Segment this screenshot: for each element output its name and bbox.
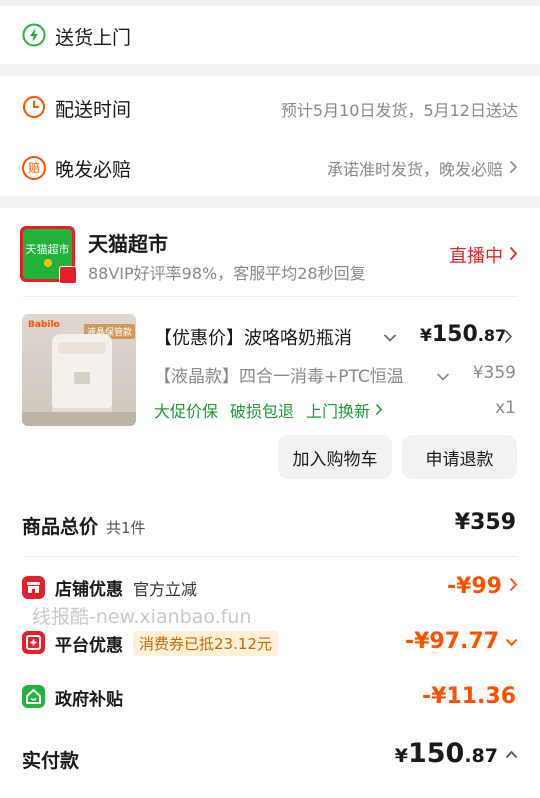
product-image[interactable]: Babilo 液晶保管款 — [22, 314, 136, 426]
divider — [22, 556, 518, 557]
gov-subsidy-label: 政府补贴 — [55, 690, 123, 710]
chevron-down-icon — [505, 632, 518, 651]
shop-badge-icon — [59, 266, 77, 284]
total-label-group: 商品总价 共1件 — [22, 512, 146, 539]
gov-subsidy-icon — [22, 685, 45, 708]
chevron-right-icon — [509, 246, 518, 265]
refund-button[interactable]: 申请退款 — [402, 435, 517, 479]
service-tags[interactable]: 大促价保 破损包退 上门换新 — [154, 398, 383, 422]
paid-value: ¥150.87 — [395, 738, 498, 769]
store-discount-detail: 官方立减 — [133, 580, 198, 599]
gov-subsidy-value: -¥11.36 — [421, 684, 516, 709]
product-variant[interactable]: 【液晶款】四合一消毒+PTC恒温 — [154, 362, 422, 387]
paid-link[interactable]: ¥150.87 — [395, 738, 518, 769]
chevron-right-icon — [509, 159, 518, 178]
add-to-cart-button[interactable]: 加入购物车 — [278, 435, 392, 479]
store-discount-value: -¥99 — [446, 574, 502, 599]
quantity: x1 — [495, 398, 516, 418]
shop-subtitle: 88VIP好评率98%，客服平均28秒回复 — [88, 264, 366, 283]
late-comp-label: 晚发必赔 — [55, 159, 132, 181]
platform-discount-value: -¥97.77 — [404, 629, 499, 654]
shop-logo[interactable]: 天猫超市 — [20, 226, 77, 284]
chevron-down-icon[interactable] — [436, 367, 450, 386]
platform-discount-label-group: 平台优惠 消费券已抵23.12元 — [55, 631, 278, 656]
coupon-badge: 消费券已抵23.12元 — [133, 631, 278, 656]
platform-coupon-icon — [22, 631, 45, 654]
live-label: 直播中 — [449, 246, 503, 267]
total-value: ¥359 — [454, 510, 516, 535]
chevron-up-icon — [505, 744, 518, 763]
sterilizer-shape — [52, 334, 112, 414]
store-icon — [22, 576, 45, 599]
watermark: 线报酷-new.xianbao.fun — [32, 606, 252, 628]
chevron-right-icon — [509, 577, 518, 596]
store-discount-link[interactable]: -¥99 — [447, 574, 518, 599]
product-title[interactable]: 【优惠价】波咯咯奶瓶消 — [154, 324, 372, 350]
schedule-value: 预计5月10日发货，5月12日送达 — [280, 101, 518, 120]
tag-home-exchange: 上门换新 — [306, 402, 371, 421]
compensation-icon: 赔 — [22, 156, 46, 180]
store-discount-label-group: 店铺优惠 官方立减 — [55, 575, 197, 600]
price-dec: .87 — [477, 326, 507, 345]
price-int: 150 — [431, 322, 478, 347]
lightning-icon — [22, 23, 46, 47]
chevron-down-icon[interactable] — [383, 328, 397, 347]
late-comp-link[interactable]: 承诺准时发货，晚发必赔 — [327, 156, 518, 180]
live-link[interactable]: 直播中 — [449, 242, 518, 268]
divider — [22, 296, 518, 297]
store-discount-label: 店铺优惠 — [55, 580, 123, 600]
order-card: 天猫超市 天猫超市 88VIP好评率98%，客服平均28秒回复 直播中 Babi… — [0, 208, 540, 798]
product-brand-badge: Babilo — [28, 320, 60, 330]
price-symbol: ¥ — [420, 326, 432, 346]
original-price: ¥359 — [472, 363, 516, 383]
logo-dot-icon — [43, 259, 52, 267]
paid-int: 150 — [407, 738, 465, 769]
chevron-right-icon — [375, 401, 383, 420]
platform-discount-link[interactable]: -¥97.77 — [405, 629, 518, 654]
platform-discount-label: 平台优惠 — [55, 636, 123, 656]
schedule-label: 配送时间 — [55, 99, 132, 121]
delivery-label: 送货上门 — [55, 27, 132, 49]
tag-damage-return: 破损包退 — [230, 402, 295, 421]
late-comp-value: 承诺准时发货，晚发必赔 — [326, 160, 503, 179]
schedule-card: 配送时间 预计5月10日发货，5月12日送达 赔 晚发必赔 承诺准时发货，晚发必… — [0, 76, 540, 196]
shop-logo-text: 天猫超市 — [25, 243, 70, 256]
paid-label: 实付款 — [22, 750, 80, 772]
total-count: 共1件 — [106, 519, 146, 537]
clock-icon — [22, 95, 46, 119]
paid-dec: .87 — [464, 745, 498, 767]
product-price: ¥150.87 — [420, 322, 506, 347]
paid-symbol: ¥ — [394, 745, 408, 767]
delivery-card: 送货上门 — [0, 6, 540, 64]
shop-name[interactable]: 天猫超市 — [88, 228, 168, 257]
total-label: 商品总价 — [22, 516, 99, 538]
chevron-right-icon[interactable] — [504, 329, 513, 348]
tag-price-protect: 大促价保 — [154, 402, 219, 421]
